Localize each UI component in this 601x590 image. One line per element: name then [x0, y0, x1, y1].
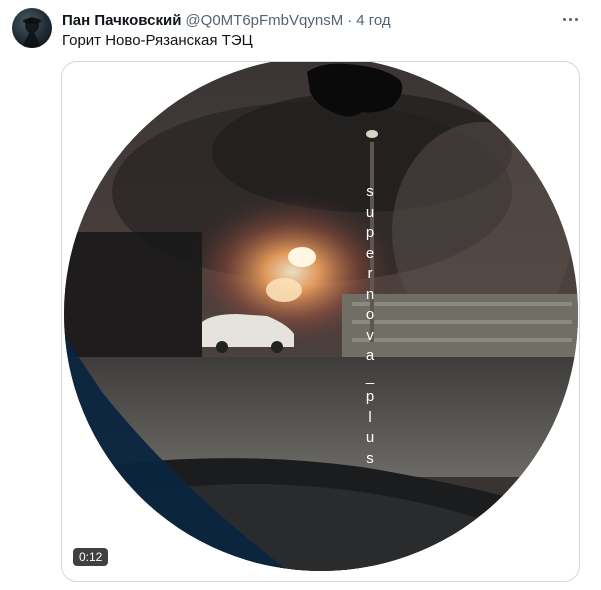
avatar[interactable] [12, 8, 52, 48]
avatar-figure-icon [22, 17, 42, 48]
watermark-letter: s [366, 449, 374, 467]
watermark-letter: v [366, 326, 374, 344]
video-frame [64, 62, 578, 571]
watermark-letter: p [365, 224, 375, 241]
watermark-letter: u [365, 203, 375, 221]
watermark-letter: n [365, 285, 375, 303]
watermark-letter: e [365, 244, 375, 262]
video-watermark: s u p e r n o v a _ p l u s [361, 182, 379, 469]
video-duration-badge: 0:12 [73, 548, 109, 566]
watermark-letter: u [365, 429, 375, 446]
watermark-letter: _ [365, 367, 375, 385]
author-handle[interactable]: @Q0MT6pFmbVqynsM [185, 12, 343, 29]
video-player[interactable]: s u p e r n o v a _ p l u s 0:12 [61, 61, 580, 582]
author-name[interactable]: Пан Пачковский [62, 12, 181, 29]
tweet: Пан Пачковский @Q0MT6pFmbVqynsM · 4 год … [0, 0, 601, 590]
watermark-letter: a [365, 347, 375, 364]
ellipsis-icon [562, 17, 566, 21]
watermark-letter: o [365, 306, 375, 323]
separator-dot: · [347, 11, 353, 29]
tweet-text: Горит Ново-Рязанская ТЭЦ [62, 32, 253, 49]
tweet-timestamp[interactable]: 4 год [356, 12, 390, 29]
watermark-letter: p [365, 388, 375, 405]
watermark-letter: r [367, 265, 373, 282]
watermark-letter: s [366, 183, 374, 200]
ellipsis-icon [568, 17, 572, 21]
watermark-letter: l [368, 408, 372, 426]
more-options-button[interactable] [556, 8, 584, 30]
ellipsis-icon [574, 17, 578, 21]
tweet-header: Пан Пачковский @Q0MT6pFmbVqynsM · 4 год [62, 10, 391, 30]
